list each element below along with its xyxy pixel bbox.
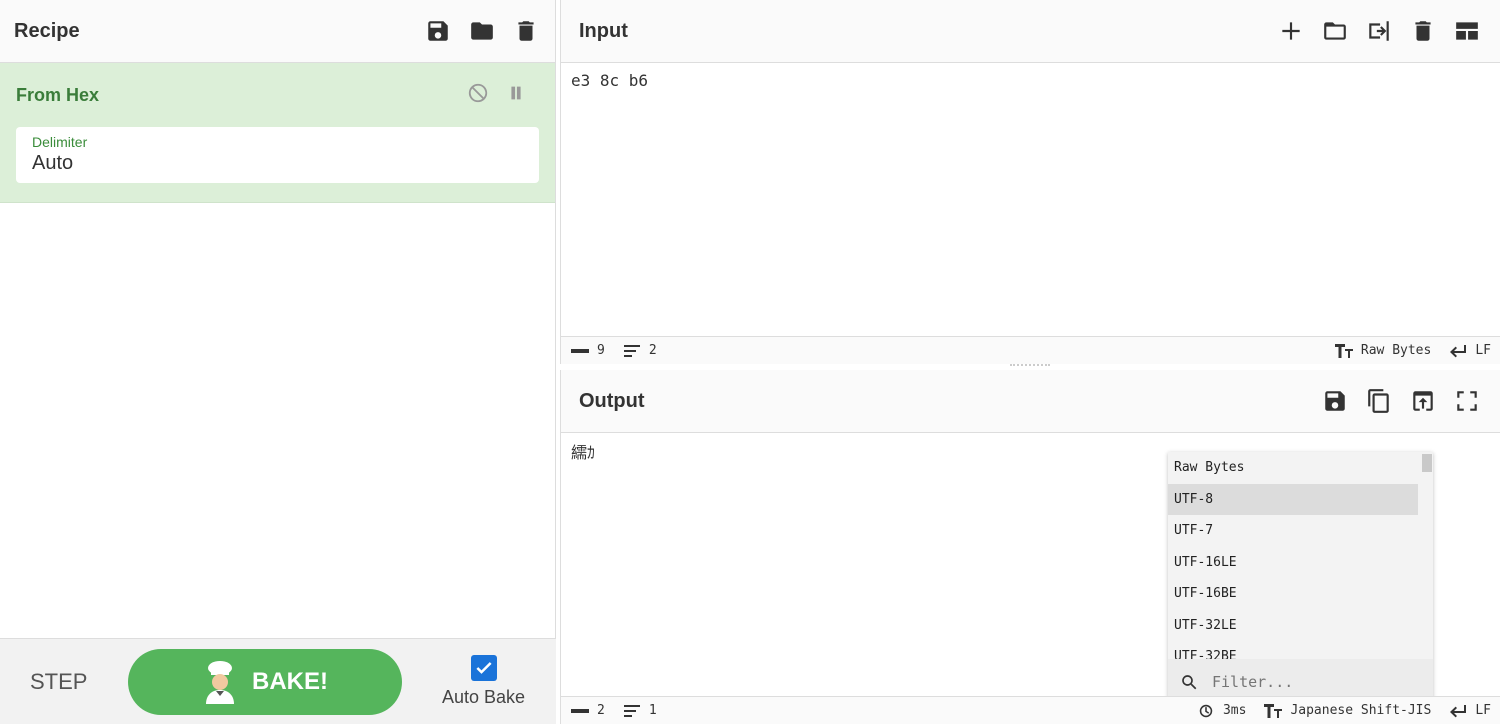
disable-icon[interactable] — [467, 82, 489, 109]
input-status-bar: 9 2 Raw Bytes LF — [561, 336, 1500, 364]
output-eol[interactable]: LF — [1449, 703, 1491, 718]
text-encoding-icon — [1264, 703, 1283, 718]
abc-icon — [571, 708, 589, 713]
replace-input-icon[interactable] — [1408, 386, 1438, 416]
output-pane: Output 繻ｶ Raw Bytes UTF-8 UTF-7 UTF-16LE UTF… — [560, 370, 1500, 724]
encoding-option[interactable]: UTF-16BE — [1168, 578, 1418, 610]
input-header: Input — [561, 0, 1500, 63]
copy-icon[interactable] — [1364, 386, 1394, 416]
bake-bar: STEP BAKE! Auto Bake — [0, 638, 556, 724]
delimiter-value[interactable]: Auto — [32, 152, 523, 175]
lines-icon — [623, 704, 640, 717]
recipe-title: Recipe — [14, 19, 80, 42]
layout-icon[interactable] — [1452, 16, 1482, 46]
io-panes: Input e3 8c b6 9 2 Raw Bytes LF Output 繻… — [560, 0, 1500, 724]
bake-label: BAKE! — [252, 667, 328, 695]
dropdown-scrollbar[interactable] — [1420, 452, 1433, 659]
input-title: Input — [579, 19, 628, 42]
encoding-option[interactable]: Raw Bytes — [1168, 452, 1418, 484]
delimiter-label: Delimiter — [32, 134, 88, 150]
input-line-count: 2 — [623, 343, 657, 358]
search-icon — [1182, 674, 1197, 689]
delimiter-field[interactable]: Delimiter Auto — [16, 127, 539, 183]
autobake-label: Auto Bake — [442, 687, 526, 707]
autobake-checkbox[interactable] — [470, 655, 497, 681]
recipe-pane: Recipe From Hex Delimiter Auto STEP BAKE… — [0, 0, 556, 724]
folder-icon[interactable] — [467, 16, 497, 46]
filter-input[interactable] — [1212, 672, 1412, 691]
step-button[interactable]: STEP — [30, 669, 128, 695]
input-encoding[interactable]: Raw Bytes — [1334, 343, 1431, 358]
autobake-control[interactable]: Auto Bake — [442, 655, 525, 708]
input-textarea[interactable]: e3 8c b6 — [561, 63, 1500, 98]
clear-input-icon[interactable] — [1408, 16, 1438, 46]
bake-button[interactable]: BAKE! — [128, 648, 402, 715]
bake-time: 3ms — [1197, 703, 1246, 718]
output-status-bar: 2 1 3ms Japanese Shift-JIS LF — [561, 696, 1500, 724]
trash-icon[interactable] — [511, 16, 541, 46]
output-title: Output — [579, 389, 645, 412]
input-pane: Input e3 8c b6 9 2 Raw Bytes LF — [560, 0, 1500, 364]
output-encoding[interactable]: Japanese Shift-JIS — [1264, 703, 1431, 718]
save-output-icon[interactable] — [1320, 386, 1350, 416]
open-folder-icon[interactable] — [1320, 16, 1350, 46]
return-icon — [1450, 704, 1467, 717]
abc-icon — [571, 348, 589, 353]
open-file-icon[interactable] — [1364, 16, 1394, 46]
chef-icon — [206, 660, 234, 704]
encoding-option[interactable]: UTF-32BE — [1168, 641, 1418, 659]
cyberchef-app: Recipe From Hex Delimiter Auto STEP BAKE… — [0, 0, 1500, 724]
pause-icon[interactable] — [505, 82, 527, 109]
output-line-count: 1 — [623, 703, 657, 718]
encoding-option[interactable]: UTF-16LE — [1168, 547, 1418, 579]
encoding-dropdown: Raw Bytes UTF-8 UTF-7 UTF-16LE UTF-16BE UTF-3… — [1168, 452, 1433, 704]
clock-icon — [1199, 704, 1213, 717]
operation-name: From Hex — [16, 84, 100, 105]
save-icon[interactable] — [423, 16, 453, 46]
text-encoding-icon — [1334, 343, 1353, 358]
recipe-header: Recipe — [0, 0, 555, 63]
return-icon — [1450, 344, 1467, 357]
add-tab-icon[interactable] — [1276, 16, 1306, 46]
fullscreen-icon[interactable] — [1452, 386, 1482, 416]
input-char-count: 9 — [571, 343, 605, 358]
output-header: Output — [561, 370, 1500, 433]
scrollbar-thumb[interactable] — [1422, 454, 1432, 472]
operation-from-hex[interactable]: From Hex Delimiter Auto — [0, 63, 555, 203]
pane-resize-handle[interactable] — [1010, 364, 1050, 368]
encoding-option[interactable]: UTF-7 — [1168, 515, 1418, 547]
encoding-list: Raw Bytes UTF-8 UTF-7 UTF-16LE UTF-16BE UTF-3… — [1168, 452, 1418, 659]
lines-icon — [623, 344, 640, 357]
encoding-option[interactable]: UTF-8 — [1168, 483, 1418, 515]
output-char-count: 2 — [571, 703, 605, 718]
encoding-option[interactable]: UTF-32LE — [1168, 610, 1418, 642]
input-eol[interactable]: LF — [1449, 343, 1491, 358]
